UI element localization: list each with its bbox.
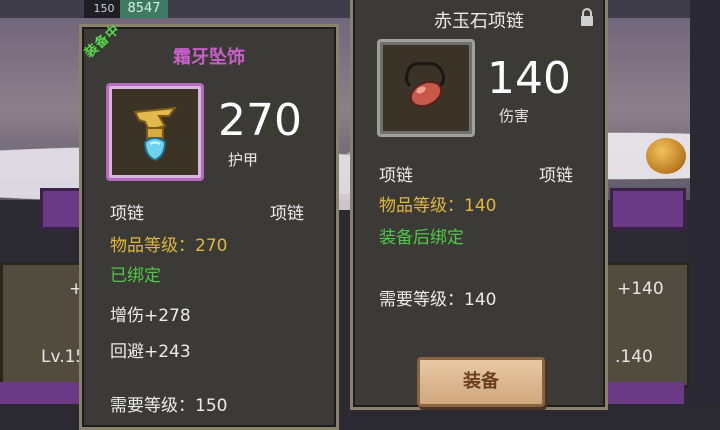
required-level: 需要等级：140 [379,290,497,310]
player-level: 150 [84,0,124,18]
bg-purple-slot-right [604,382,684,404]
item-category: 项链 [270,204,304,224]
item-level: 物品等级：140 [379,196,497,216]
red-jade-necklace-icon [404,62,446,108]
item-category: 项链 [539,166,573,186]
bg-slot-level: .140 [615,347,653,367]
bg-purple-button-right [610,188,686,230]
bonus-dodge: 回避+243 [110,342,191,362]
damage-label: 伤害 [499,107,530,125]
bg-equipment-slot-left[interactable]: + Lv.15 [0,262,88,388]
right-edge-shadow [690,0,720,404]
item-icon-frame [106,83,204,181]
bind-status: 已绑定 [110,266,161,286]
equip-button[interactable]: 装备 [417,357,545,407]
frost-fang-pendant-icon [133,106,178,162]
bg-purple-slot-left [0,382,82,404]
armor-label: 护甲 [228,151,259,169]
bind-status: 装备后绑定 [379,228,464,248]
bg-slot-bonus: +140 [617,279,664,299]
armor-value: 270 [218,95,302,146]
compare-item-panel: 赤玉石项链 140 伤害 项链 项链 物品等级：140 装备后绑定 需要等级：1… [350,0,608,410]
lock-icon[interactable] [579,7,595,27]
bg-equipment-slot-right[interactable]: +140 .140 [604,262,690,388]
bonus-damage: 增伤+278 [110,306,191,326]
item-name: 赤玉石项链 [434,11,524,32]
player-exp: 8547 [120,0,168,18]
item-slot-type: 项链 [110,204,144,224]
item-slot-type: 项链 [379,166,413,186]
item-level: 物品等级：270 [110,236,228,256]
coin-icon [646,138,686,174]
item-icon-frame [377,39,475,137]
damage-value: 140 [487,53,571,104]
item-name: 霜牙坠饰 [173,47,245,68]
equipped-item-panel: 装备中 霜牙坠饰 270 护甲 项链 项链 物品等级：270 已绑定 增伤+27… [79,22,339,430]
